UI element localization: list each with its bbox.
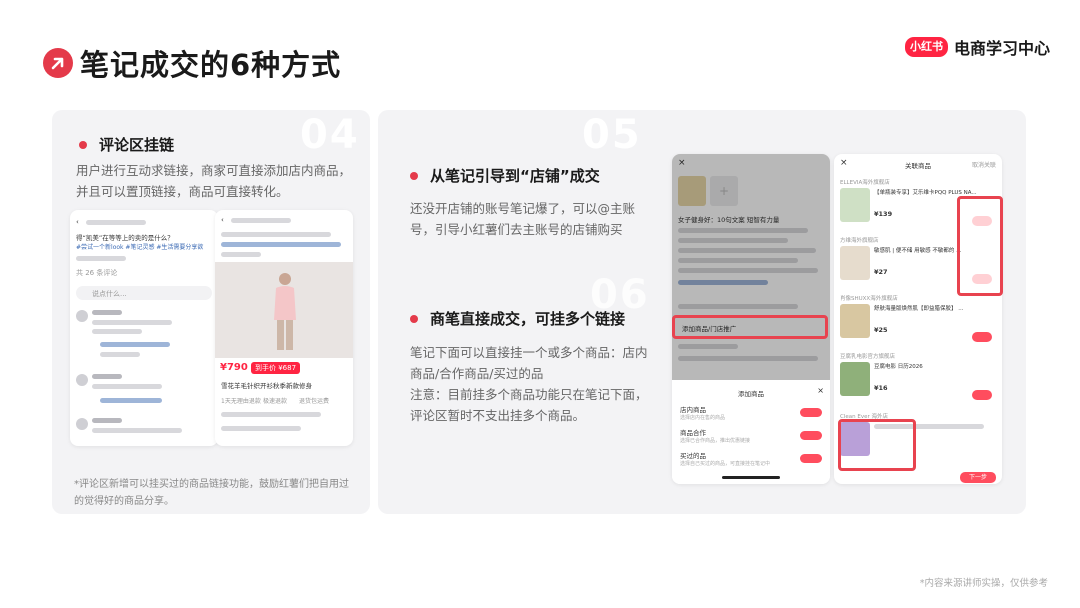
phone-mock-comments: ‹ 得“凯美”在等等上的卖的是什么？ #尝试一个新look #笔记灵感 #生活需… (70, 210, 218, 446)
select-button[interactable] (972, 332, 992, 342)
bullet-dot-icon (79, 140, 87, 149)
product-thumb (840, 246, 870, 280)
select-button[interactable] (972, 390, 992, 400)
add-button[interactable] (800, 454, 822, 463)
product-price: ¥139 (874, 210, 893, 218)
home-indicator (722, 476, 780, 479)
sheet-row-coop[interactable]: 商品合作 选择已合作商品，推出优惠链接 (680, 427, 750, 444)
product-shop: 豆腐乳电影官方旗舰店 (840, 354, 896, 360)
product-price: ¥27 (874, 268, 888, 276)
footnote: *评论区新增可以挂买过的商品链接功能，鼓励红薯们把自用过的觉得好的商品分享。 (74, 479, 349, 507)
comment-input[interactable]: 说点什么... (76, 286, 212, 300)
back-icon[interactable]: ‹ (76, 218, 79, 226)
sheet-title: 添加商品 (738, 390, 764, 398)
dim-overlay (672, 154, 830, 380)
product-shop: 肖像SHUXX海外旗舰店 (840, 296, 898, 302)
product-name: 舒肤海量版焕然肌【即益腊保胶】 ... (874, 306, 964, 312)
back-icon[interactable]: ‹ (221, 216, 224, 224)
brand-text: 电商学习中心 (954, 39, 1051, 58)
next-button[interactable]: 下一步 (960, 472, 996, 483)
comments-count: 共 26 条评论 (76, 269, 118, 277)
product-shop: 方维海外旗舰店 (840, 238, 879, 244)
product-thumb (840, 188, 870, 222)
add-button[interactable] (800, 431, 822, 440)
post-line: 得“凯美”在等等上的卖的是什么？ (76, 234, 174, 242)
sheet-row-bought[interactable]: 买过的品 选择自己买过的商品，可直接挂在笔记中 (680, 450, 770, 467)
product-price: ¥16 (874, 384, 888, 392)
product-name: 【单瓶装专享】艾乐维卡PQQ PLUS NA... (874, 190, 977, 196)
section1-title: 从笔记引导到“店铺”成交 (410, 165, 600, 186)
add-product-sheet: 添加商品 × 店内商品 选择店内在售的商品 商品合作 选择已合作商品，推出优惠链… (672, 380, 830, 484)
unlink-action[interactable]: 取消关联 (972, 160, 996, 169)
param-2: 极速退款 (263, 398, 288, 405)
phone-mock-product: ‹ ¥790 到手价 ¥687 雪花羊毛针织开衫秋季新款修身 1天无理由退款 极… (215, 210, 353, 446)
product-thumb (840, 362, 870, 396)
section-number: 04 (300, 112, 360, 158)
sheet-row-store[interactable]: 店内商品 选择店内在售的商品 (680, 404, 725, 421)
product-name[interactable]: 雪花羊毛针织开衫秋季新款修身 (221, 380, 312, 390)
product-price: ¥790 (220, 362, 248, 373)
section1-description: 还没开店铺的账号笔记爆了，可以@主账号，引导小红薯们去主账号的店铺购买 (410, 201, 636, 237)
close-icon[interactable]: × (817, 386, 824, 395)
section2-title: 商笔直接成交，可挂多个链接 (410, 308, 625, 329)
section-title: 评论区挂链 (79, 134, 174, 155)
add-button[interactable] (800, 408, 822, 417)
price-tag: 到手价 ¥687 (251, 362, 301, 374)
brand-logo: 小红书 (905, 37, 948, 57)
bullet-dot-icon (410, 171, 418, 180)
highlight-select-buttons (957, 196, 1003, 296)
product-thumb (840, 304, 870, 338)
param-1: 1天无理由退款 (221, 398, 261, 405)
brand: 小红书 电商学习中心 (905, 36, 1050, 58)
highlight-product (838, 419, 916, 471)
product-price: ¥25 (874, 326, 888, 334)
product-name: 豆腐电影 日历2026 (874, 364, 923, 370)
page-title: 笔记成交的6种方式 (80, 48, 342, 82)
bullet-dot-icon (410, 314, 418, 323)
arrow-badge-icon (43, 48, 73, 78)
product-photo (215, 262, 353, 358)
post-tags[interactable]: #尝试一个新look #笔记灵感 #生活需要分享欲 (76, 242, 203, 251)
source-note: *内容来源讲师实操，仅供参考 (919, 578, 1048, 589)
section2-description: 笔记下面可以直接挂一个或多个商品：店内商品/合作商品/买过的品 注意：目前挂多个… (410, 345, 648, 423)
section-description: 用户进行互动求链接，商家可直接添加店内商品，并且可以置顶链接，商品可直接转化。 (76, 163, 352, 199)
section-number-05: 05 (582, 112, 642, 158)
product-shop: ELLEVIA海外旗舰店 (840, 180, 890, 186)
highlight-add-link (672, 315, 828, 339)
param-3: 退货包运费 (299, 398, 330, 405)
